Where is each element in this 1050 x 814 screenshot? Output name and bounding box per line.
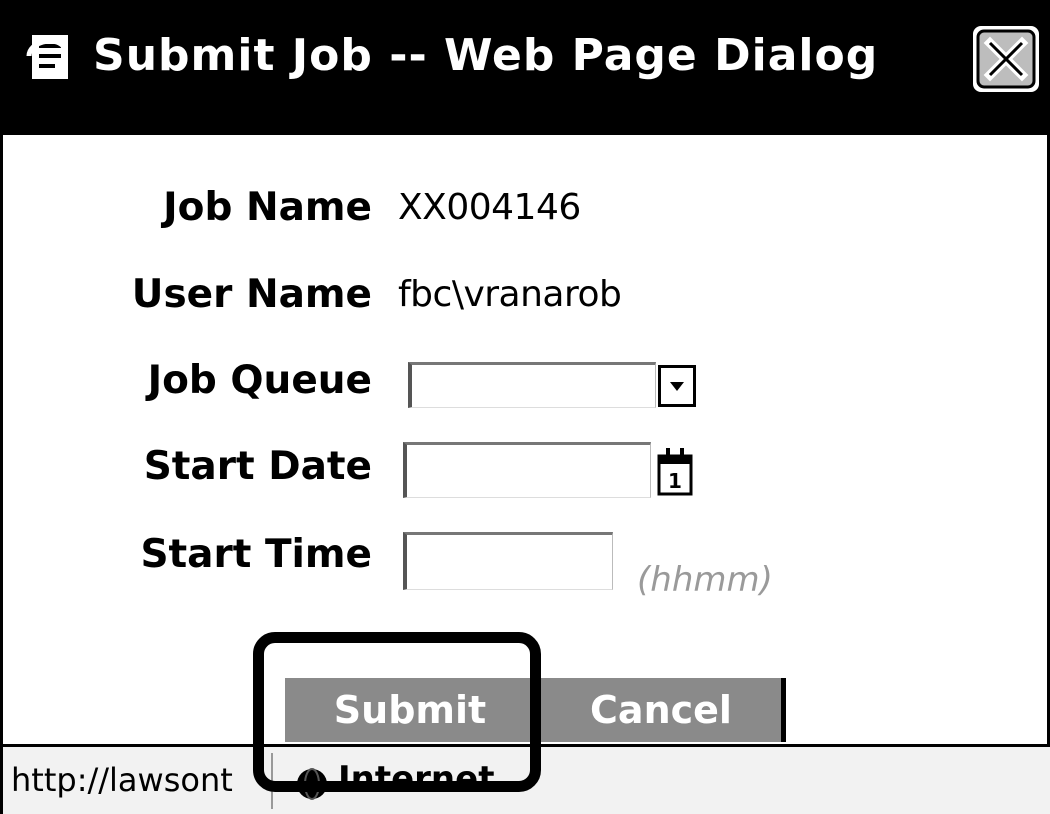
security-zone-label: Internet [338,759,495,799]
title-bar: Submit Job -- Web Page Dialog [3,0,1050,135]
globe-icon [297,768,327,800]
job-name-value: XX004146 [398,187,581,228]
start-time-field[interactable] [403,532,613,590]
chevron-down-icon [670,382,684,391]
job-queue-label: Job Queue [147,358,372,403]
job-queue-select[interactable] [408,362,656,408]
start-time-format-hint: (hhmm) [637,560,773,600]
cancel-button-edge [781,678,786,742]
user-name-label: User Name [131,272,372,317]
start-date-field[interactable] [403,442,651,498]
window-title: Submit Job -- Web Page Dialog [93,30,879,81]
submit-button[interactable]: Submit [285,678,535,742]
cancel-button[interactable]: Cancel [541,678,781,742]
close-icon [976,29,1036,89]
start-time-label: Start Time [140,532,372,577]
status-divider [271,753,273,809]
calendar-icon[interactable]: 1 [655,442,695,498]
close-button[interactable] [973,26,1039,92]
svg-text:1: 1 [668,469,682,493]
start-date-label: Start Date [143,444,372,489]
job-queue-dropdown-button[interactable] [658,365,696,407]
dialog-window: Submit Job -- Web Page Dialog Job Name X… [0,0,1050,814]
job-name-label: Job Name [163,185,372,230]
user-name-value: fbc\vranarob [398,274,622,315]
status-bar: http://lawsont Internet [3,744,1050,814]
ie-page-icon [26,35,68,79]
status-url: http://lawsont [11,761,233,799]
